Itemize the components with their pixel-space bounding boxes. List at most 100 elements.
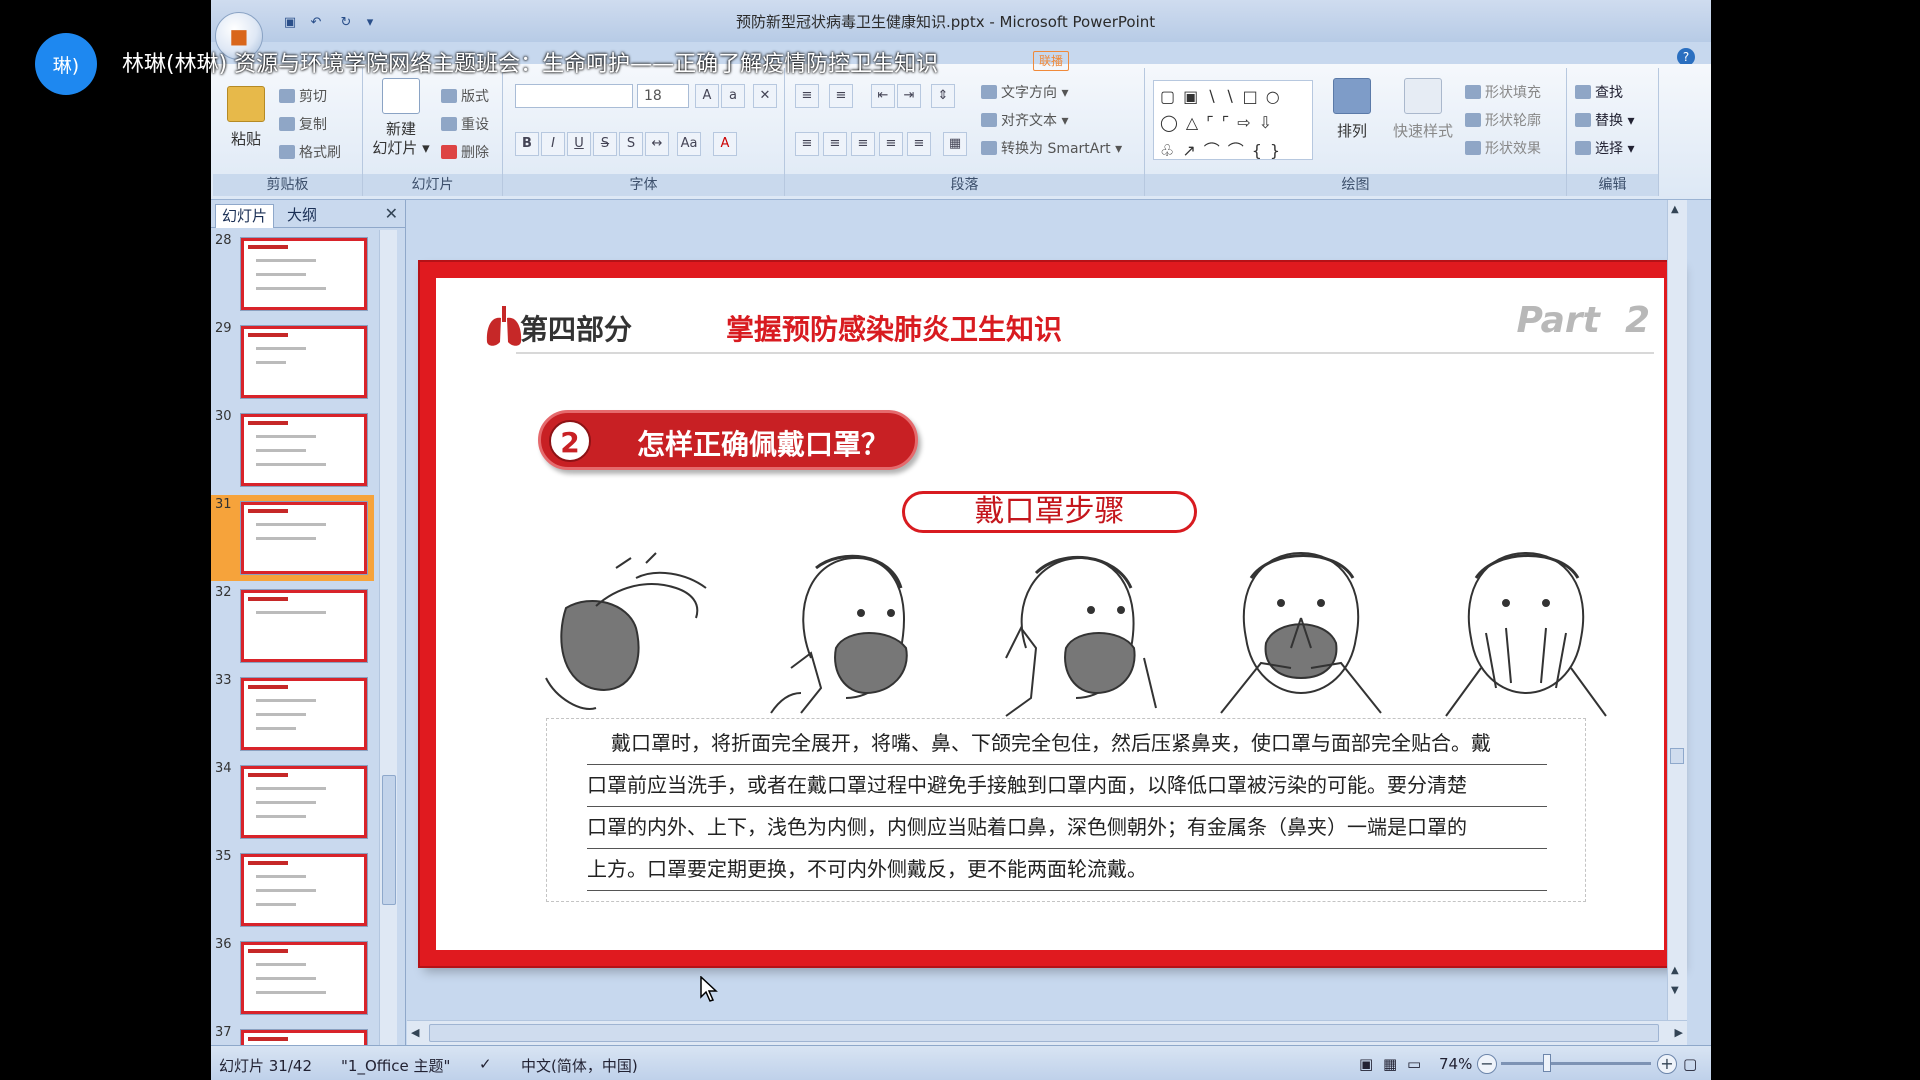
line-spacing-icon[interactable]: ⇕ xyxy=(931,84,955,108)
paste-button[interactable]: 粘贴 xyxy=(221,86,271,149)
select-button[interactable]: 选择 ▾ xyxy=(1575,138,1634,158)
tab-slides[interactable]: 幻灯片 xyxy=(215,204,275,228)
slide-sorter-icon[interactable]: ▦ xyxy=(1383,1055,1397,1073)
columns-icon[interactable]: ▦ xyxy=(943,132,967,156)
copy-icon xyxy=(279,117,295,131)
scissors-icon xyxy=(279,89,295,103)
find-button[interactable]: 查找 xyxy=(1575,82,1623,102)
close-icon[interactable]: ✕ xyxy=(385,204,398,223)
next-slide-icon[interactable]: ▼ xyxy=(1671,985,1679,996)
scroll-right-icon[interactable]: ▶ xyxy=(1675,1026,1683,1039)
slide-thumbnail[interactable] xyxy=(241,678,367,750)
font-name-field[interactable] xyxy=(515,84,633,108)
slide-thumbnail[interactable] xyxy=(241,590,367,662)
fit-window-icon[interactable]: ▢ xyxy=(1683,1055,1697,1073)
normal-view-icon[interactable]: ▣ xyxy=(1359,1055,1373,1073)
format-painter-button[interactable]: 格式刷 xyxy=(279,142,341,162)
slide-thumbnail[interactable] xyxy=(241,766,367,838)
delete-icon xyxy=(441,145,457,159)
clear-format-icon[interactable]: ✕ xyxy=(753,84,777,108)
decrease-indent-icon[interactable]: ⇤ xyxy=(871,84,895,108)
align-left-icon[interactable]: ≡ xyxy=(795,132,819,156)
text-direction-button[interactable]: 文字方向 ▾ xyxy=(981,82,1068,102)
pane-scroll-thumb[interactable] xyxy=(382,775,396,905)
zoom-level[interactable]: 74% xyxy=(1439,1055,1472,1073)
tab-outline[interactable]: 大纲 xyxy=(281,204,323,228)
thumbnail-line xyxy=(256,903,296,906)
new-slide-icon xyxy=(382,78,420,114)
paragraph-line-1: 戴口罩时，将折面完全展开，将嘴、鼻、下颌完全包住，然后压紧鼻夹，使口罩与面部完全… xyxy=(587,723,1547,765)
group-label-paragraph: 段落 xyxy=(785,174,1144,196)
thumbnail-line xyxy=(256,889,316,892)
zoom-out-icon[interactable]: − xyxy=(1477,1054,1497,1074)
spellcheck-icon[interactable]: ✓ xyxy=(479,1055,492,1073)
bullets-icon[interactable]: ≡ xyxy=(795,84,819,108)
zoom-in-icon[interactable]: + xyxy=(1657,1054,1677,1074)
slideshow-icon[interactable]: ▭ xyxy=(1407,1055,1421,1073)
slide-editing-area: 第四部分 掌握预防感染肺炎卫生知识 Part 2 2 怎样正确佩戴口罩？ 戴口罩… xyxy=(407,200,1687,1045)
replace-button[interactable]: 替换 ▾ xyxy=(1575,110,1634,130)
shape-effects-button[interactable]: 形状效果 xyxy=(1465,138,1541,158)
strikethrough-icon[interactable]: S xyxy=(593,132,617,156)
numbering-icon[interactable]: ≡ xyxy=(829,84,853,108)
shrink-font-icon[interactable]: a xyxy=(721,84,745,108)
group-label-clipboard: 剪贴板 xyxy=(213,174,362,196)
zoom-slider-thumb[interactable] xyxy=(1543,1054,1551,1072)
pane-scrollbar[interactable] xyxy=(379,230,397,1045)
reset-button[interactable]: 重设 xyxy=(441,114,489,134)
bold-icon[interactable]: B xyxy=(515,132,539,156)
thumbnail-number: 29 xyxy=(215,321,232,336)
align-right-icon[interactable]: ≡ xyxy=(851,132,875,156)
font-size-field[interactable]: 18 xyxy=(637,84,689,108)
shapes-gallery[interactable]: ▢▣∖∖□○ ◯△⌜⌜⇨⇩ ♧↗⌒⌒{} xyxy=(1153,80,1313,160)
change-case-icon[interactable]: Aa xyxy=(677,132,701,156)
scroll-left-icon[interactable]: ◀ xyxy=(411,1026,419,1039)
shape-fill-button[interactable]: 形状填充 xyxy=(1465,82,1541,102)
font-color-icon[interactable]: A xyxy=(713,132,737,156)
quick-styles-button[interactable]: 快速样式 xyxy=(1385,78,1461,141)
description-textbox[interactable]: 戴口罩时，将折面完全展开，将嘴、鼻、下颌完全包住，然后压紧鼻夹，使口罩与面部完全… xyxy=(546,718,1586,902)
char-spacing-icon[interactable]: ↔ xyxy=(645,132,669,156)
cut-button[interactable]: 剪切 xyxy=(279,86,327,106)
step-1-illustration xyxy=(545,552,707,710)
thumbnail-line xyxy=(256,361,286,364)
vertical-scrollbar[interactable]: ▲ ▲ ▼ xyxy=(1667,200,1687,1020)
italic-icon[interactable]: I xyxy=(541,132,565,156)
new-slide-button[interactable]: 新建 幻灯片 ▾ xyxy=(369,78,433,158)
zoom-slider[interactable] xyxy=(1501,1062,1651,1065)
underline-icon[interactable]: U xyxy=(567,132,591,156)
smartart-button[interactable]: 转换为 SmartArt ▾ xyxy=(981,138,1122,158)
slide-thumbnail[interactable] xyxy=(241,942,367,1014)
slide-thumbnail[interactable] xyxy=(241,854,367,926)
align-center-icon[interactable]: ≡ xyxy=(823,132,847,156)
prev-slide-icon[interactable]: ▲ xyxy=(1671,965,1679,976)
horizontal-scrollbar[interactable]: ◀ ▶ xyxy=(407,1020,1687,1045)
justify-icon[interactable]: ≡ xyxy=(879,132,903,156)
thumbnail-header xyxy=(248,421,288,425)
thumbnail-header xyxy=(248,685,288,689)
layout-button[interactable]: 版式 xyxy=(441,86,489,106)
shadow-icon[interactable]: S xyxy=(619,132,643,156)
shape-outline-button[interactable]: 形状轮廓 xyxy=(1465,110,1541,130)
slide-thumbnail[interactable] xyxy=(241,238,367,310)
thumbnail-line xyxy=(256,815,306,818)
copy-button[interactable]: 复制 xyxy=(279,114,327,134)
horizontal-scroll-thumb[interactable] xyxy=(429,1024,1659,1042)
language-indicator[interactable]: 中文(简体，中国) xyxy=(521,1055,638,1076)
increase-indent-icon[interactable]: ⇥ xyxy=(897,84,921,108)
slide-thumbnail[interactable] xyxy=(241,326,367,398)
slide-thumbnail[interactable] xyxy=(241,414,367,486)
arrange-button[interactable]: 排列 xyxy=(1327,78,1377,141)
slide-thumbnail[interactable] xyxy=(241,502,367,574)
scroll-up-icon[interactable]: ▲ xyxy=(1671,204,1679,215)
thumbnail-line xyxy=(256,787,326,790)
layout-icon xyxy=(441,89,457,103)
current-slide[interactable]: 第四部分 掌握预防感染肺炎卫生知识 Part 2 2 怎样正确佩戴口罩？ 戴口罩… xyxy=(420,262,1680,966)
distributed-icon[interactable]: ≡ xyxy=(907,132,931,156)
grow-font-icon[interactable]: A xyxy=(695,84,719,108)
paragraph-line-4: 上方。口罩要定期更换，不可内外侧戴反，更不能两面轮流戴。 xyxy=(587,849,1547,891)
streamer-avatar[interactable]: 琳) xyxy=(35,33,97,95)
vertical-scroll-thumb[interactable] xyxy=(1670,748,1684,764)
align-text-button[interactable]: 对齐文本 ▾ xyxy=(981,110,1068,130)
delete-slide-button[interactable]: 删除 xyxy=(441,142,489,162)
